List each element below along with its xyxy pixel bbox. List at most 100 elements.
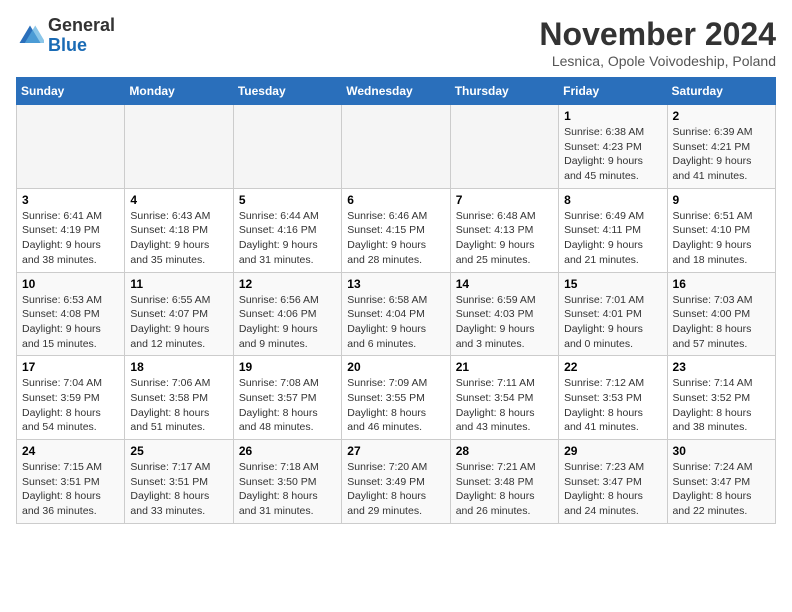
calendar-cell-w1-d6: 1Sunrise: 6:38 AM Sunset: 4:23 PM Daylig… [559, 105, 667, 189]
calendar-cell-w4-d3: 19 Sunrise: 7:08 AM Sunset: 3:57 PM Dayli… [233, 356, 341, 440]
calendar-cell-w5-d7: 30 Sunrise: 7:24 AM Sunset: 3:47 PM Dayli… [667, 440, 775, 524]
week-row-4: 17 Sunrise: 7:04 AM Sunset: 3:59 PM Dayli… [17, 356, 776, 440]
weekday-header-wednesday: Wednesday [342, 78, 450, 105]
day-info: Sunrise: 6:38 AM Sunset: 4:23 PM Dayligh… [564, 125, 661, 184]
month-title: November 2024 [539, 16, 776, 53]
day-info: Sunrise: 7:24 AM Sunset: 3:47 PM Dayligh… [673, 460, 770, 519]
day-info: Sunrise: 7:11 AM Sunset: 3:54 PM Dayligh… [456, 376, 553, 435]
calendar-cell-w4-d5: 21 Sunrise: 7:11 AM Sunset: 3:54 PM Dayli… [450, 356, 558, 440]
calendar-cell-w3-d1: 10 Sunrise: 6:53 AM Sunset: 4:08 PM Dayli… [17, 272, 125, 356]
day-info: Sunrise: 7:08 AM Sunset: 3:57 PM Dayligh… [239, 376, 336, 435]
day-number: 28 [456, 444, 553, 458]
day-info: Sunrise: 6:49 AM Sunset: 4:11 PM Dayligh… [564, 209, 661, 268]
day-number: 16 [673, 277, 770, 291]
calendar-cell-w4-d2: 18 Sunrise: 7:06 AM Sunset: 3:58 PM Dayli… [125, 356, 233, 440]
day-info: Sunrise: 6:44 AM Sunset: 4:16 PM Dayligh… [239, 209, 336, 268]
day-info: Sunrise: 6:39 AM Sunset: 4:21 PM Dayligh… [673, 125, 770, 184]
header: General Blue November 2024 Lesnica, Opol… [16, 16, 776, 69]
calendar-cell-w4-d4: 20Sunrise: 7:09 AM Sunset: 3:55 PM Dayli… [342, 356, 450, 440]
day-number: 15 [564, 277, 661, 291]
day-info: Sunrise: 6:41 AM Sunset: 4:19 PM Dayligh… [22, 209, 119, 268]
day-info: Sunrise: 7:04 AM Sunset: 3:59 PM Dayligh… [22, 376, 119, 435]
day-number: 9 [673, 193, 770, 207]
day-number: 18 [130, 360, 227, 374]
day-info: Sunrise: 6:53 AM Sunset: 4:08 PM Dayligh… [22, 293, 119, 352]
weekday-header-tuesday: Tuesday [233, 78, 341, 105]
calendar-cell-w5-d5: 28 Sunrise: 7:21 AM Sunset: 3:48 PM Dayli… [450, 440, 558, 524]
day-number: 10 [22, 277, 119, 291]
calendar-cell-w2-d7: 9 Sunrise: 6:51 AM Sunset: 4:10 PM Daylig… [667, 188, 775, 272]
day-number: 7 [456, 193, 553, 207]
day-info: Sunrise: 7:09 AM Sunset: 3:55 PM Dayligh… [347, 376, 444, 435]
day-number: 25 [130, 444, 227, 458]
day-info: Sunrise: 6:51 AM Sunset: 4:10 PM Dayligh… [673, 209, 770, 268]
weekday-header-monday: Monday [125, 78, 233, 105]
calendar-cell-w1-d7: 2 Sunrise: 6:39 AM Sunset: 4:21 PM Daylig… [667, 105, 775, 189]
day-info: Sunrise: 7:21 AM Sunset: 3:48 PM Dayligh… [456, 460, 553, 519]
calendar-cell-w1-d5 [450, 105, 558, 189]
calendar-cell-w3-d7: 16 Sunrise: 7:03 AM Sunset: 4:00 PM Dayli… [667, 272, 775, 356]
calendar-cell-w2-d5: 7 Sunrise: 6:48 AM Sunset: 4:13 PM Daylig… [450, 188, 558, 272]
day-info: Sunrise: 6:46 AM Sunset: 4:15 PM Dayligh… [347, 209, 444, 268]
day-number: 6 [347, 193, 444, 207]
weekday-header-row: SundayMondayTuesdayWednesdayThursdayFrid… [17, 78, 776, 105]
calendar-cell-w3-d6: 15 Sunrise: 7:01 AM Sunset: 4:01 PM Dayli… [559, 272, 667, 356]
weekday-header-thursday: Thursday [450, 78, 558, 105]
week-row-1: 1Sunrise: 6:38 AM Sunset: 4:23 PM Daylig… [17, 105, 776, 189]
day-info: Sunrise: 6:48 AM Sunset: 4:13 PM Dayligh… [456, 209, 553, 268]
day-number: 27 [347, 444, 444, 458]
logo: General Blue [16, 16, 115, 56]
calendar-cell-w4-d6: 22Sunrise: 7:12 AM Sunset: 3:53 PM Dayli… [559, 356, 667, 440]
calendar-cell-w5-d3: 26 Sunrise: 7:18 AM Sunset: 3:50 PM Dayli… [233, 440, 341, 524]
day-number: 13 [347, 277, 444, 291]
calendar-cell-w2-d1: 3 Sunrise: 6:41 AM Sunset: 4:19 PM Daylig… [17, 188, 125, 272]
week-row-2: 3 Sunrise: 6:41 AM Sunset: 4:19 PM Daylig… [17, 188, 776, 272]
day-info: Sunrise: 7:18 AM Sunset: 3:50 PM Dayligh… [239, 460, 336, 519]
day-number: 29 [564, 444, 661, 458]
logo-blue-text: Blue [48, 35, 87, 55]
day-number: 21 [456, 360, 553, 374]
calendar-cell-w2-d3: 5Sunrise: 6:44 AM Sunset: 4:16 PM Daylig… [233, 188, 341, 272]
day-number: 12 [239, 277, 336, 291]
day-info: Sunrise: 7:17 AM Sunset: 3:51 PM Dayligh… [130, 460, 227, 519]
weekday-header-saturday: Saturday [667, 78, 775, 105]
day-info: Sunrise: 7:15 AM Sunset: 3:51 PM Dayligh… [22, 460, 119, 519]
day-number: 26 [239, 444, 336, 458]
day-number: 19 [239, 360, 336, 374]
logo-general-text: General [48, 15, 115, 35]
day-info: Sunrise: 6:43 AM Sunset: 4:18 PM Dayligh… [130, 209, 227, 268]
day-number: 30 [673, 444, 770, 458]
day-number: 8 [564, 193, 661, 207]
day-info: Sunrise: 6:58 AM Sunset: 4:04 PM Dayligh… [347, 293, 444, 352]
week-row-5: 24Sunrise: 7:15 AM Sunset: 3:51 PM Dayli… [17, 440, 776, 524]
day-number: 23 [673, 360, 770, 374]
day-number: 17 [22, 360, 119, 374]
day-number: 22 [564, 360, 661, 374]
calendar-cell-w4-d1: 17 Sunrise: 7:04 AM Sunset: 3:59 PM Dayli… [17, 356, 125, 440]
day-number: 3 [22, 193, 119, 207]
day-info: Sunrise: 6:59 AM Sunset: 4:03 PM Dayligh… [456, 293, 553, 352]
calendar-cell-w3-d4: 13 Sunrise: 6:58 AM Sunset: 4:04 PM Dayli… [342, 272, 450, 356]
calendar-cell-w4-d7: 23 Sunrise: 7:14 AM Sunset: 3:52 PM Dayli… [667, 356, 775, 440]
day-info: Sunrise: 6:56 AM Sunset: 4:06 PM Dayligh… [239, 293, 336, 352]
calendar-cell-w2-d6: 8 Sunrise: 6:49 AM Sunset: 4:11 PM Daylig… [559, 188, 667, 272]
weekday-header-sunday: Sunday [17, 78, 125, 105]
day-info: Sunrise: 7:03 AM Sunset: 4:00 PM Dayligh… [673, 293, 770, 352]
weekday-header-friday: Friday [559, 78, 667, 105]
title-area: November 2024 Lesnica, Opole Voivodeship… [539, 16, 776, 69]
subtitle: Lesnica, Opole Voivodeship, Poland [539, 53, 776, 69]
day-number: 2 [673, 109, 770, 123]
day-info: Sunrise: 7:20 AM Sunset: 3:49 PM Dayligh… [347, 460, 444, 519]
calendar-cell-w1-d3 [233, 105, 341, 189]
day-info: Sunrise: 7:01 AM Sunset: 4:01 PM Dayligh… [564, 293, 661, 352]
calendar-cell-w5-d4: 27 Sunrise: 7:20 AM Sunset: 3:49 PM Dayli… [342, 440, 450, 524]
day-info: Sunrise: 7:14 AM Sunset: 3:52 PM Dayligh… [673, 376, 770, 435]
calendar-cell-w3-d2: 11Sunrise: 6:55 AM Sunset: 4:07 PM Dayli… [125, 272, 233, 356]
calendar: SundayMondayTuesdayWednesdayThursdayFrid… [16, 77, 776, 524]
calendar-cell-w5-d1: 24Sunrise: 7:15 AM Sunset: 3:51 PM Dayli… [17, 440, 125, 524]
day-number: 14 [456, 277, 553, 291]
day-number: 11 [130, 277, 227, 291]
day-info: Sunrise: 7:06 AM Sunset: 3:58 PM Dayligh… [130, 376, 227, 435]
day-info: Sunrise: 7:23 AM Sunset: 3:47 PM Dayligh… [564, 460, 661, 519]
calendar-cell-w3-d5: 14 Sunrise: 6:59 AM Sunset: 4:03 PM Dayli… [450, 272, 558, 356]
